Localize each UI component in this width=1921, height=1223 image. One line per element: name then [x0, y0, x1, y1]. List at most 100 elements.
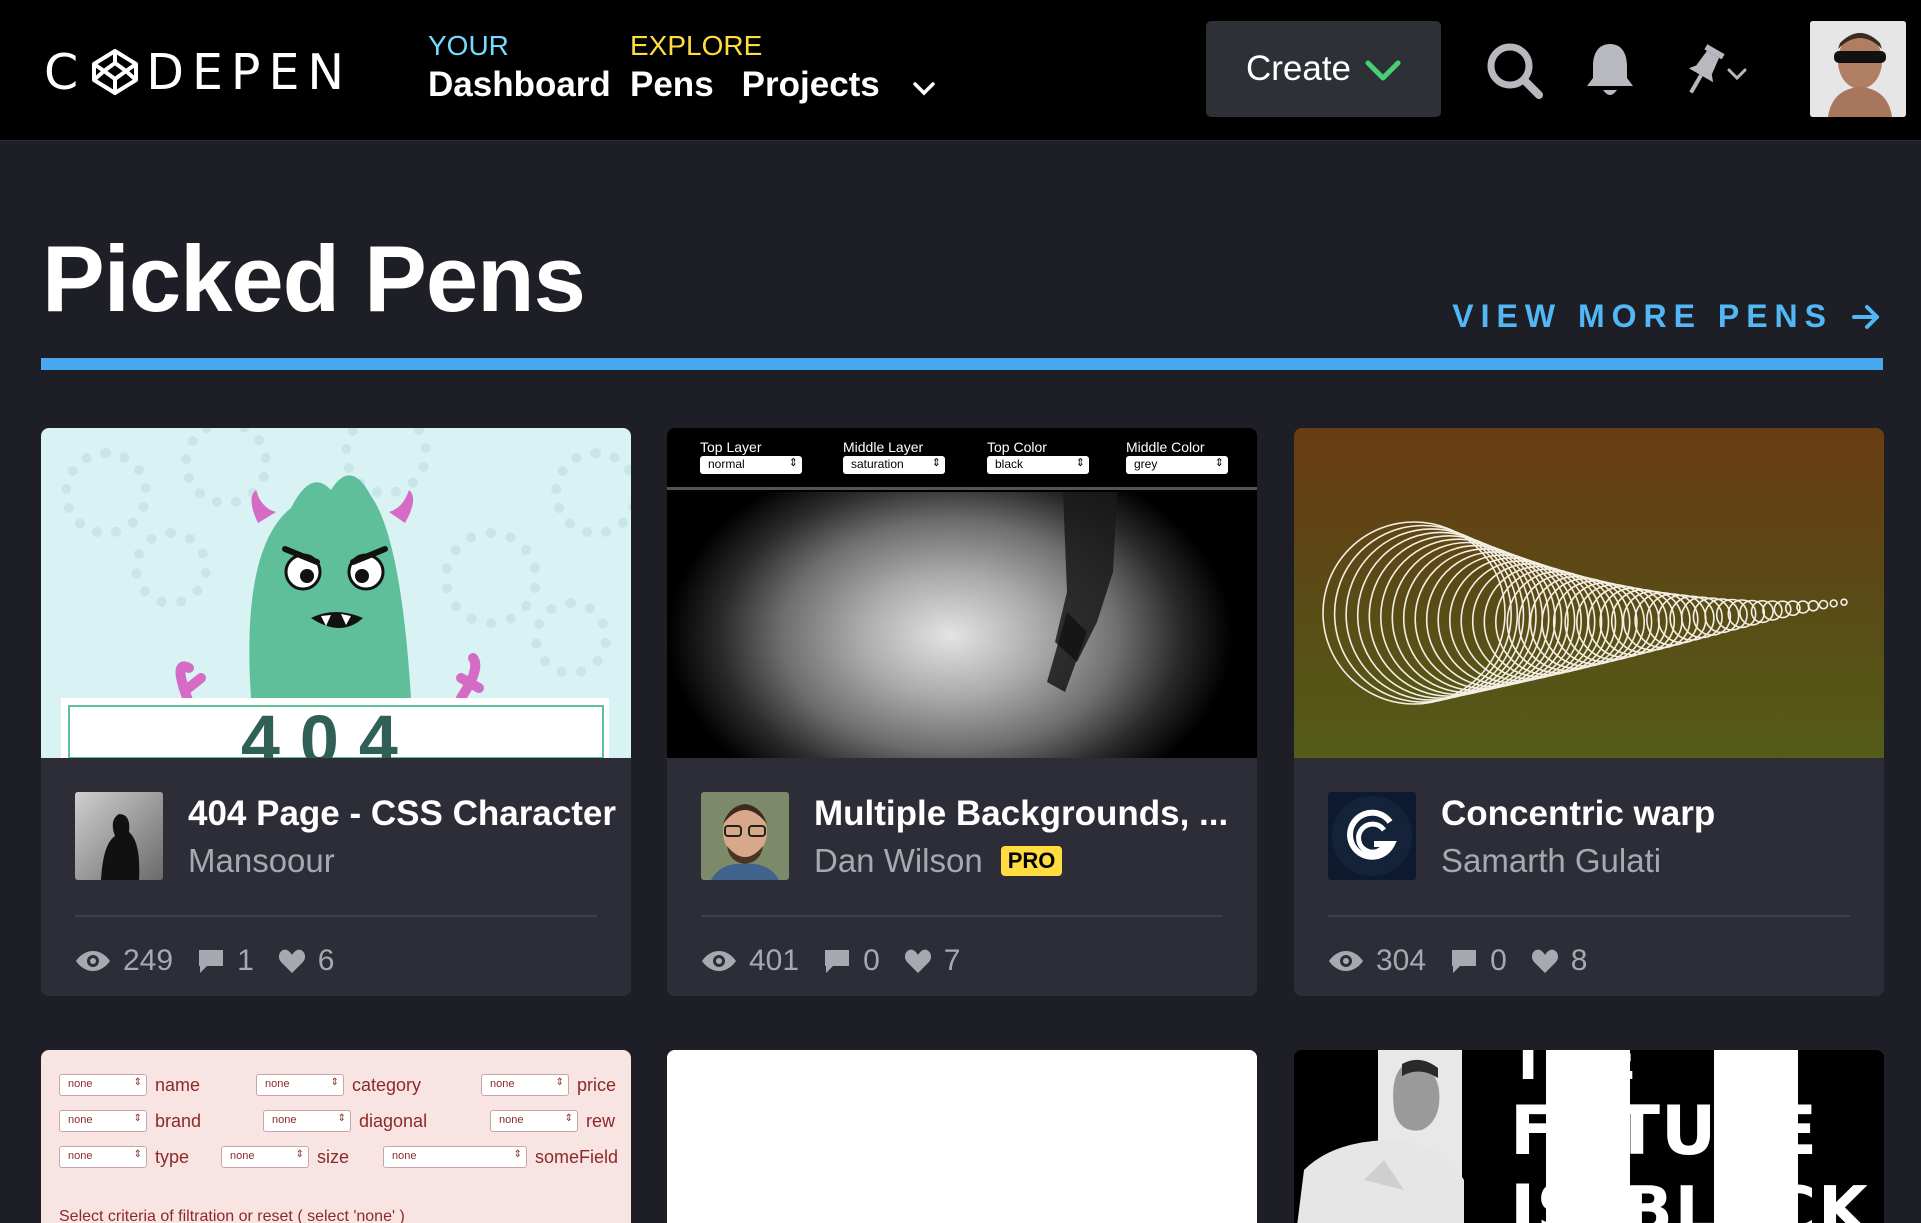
create-label: Create [1245, 49, 1352, 88]
pin-menu-chevron-icon[interactable] [1726, 66, 1748, 82]
filter-label: type [155, 1146, 190, 1167]
author-avatar[interactable] [75, 792, 163, 880]
pen-preview[interactable]: 404 [41, 428, 631, 758]
heart-icon [904, 949, 931, 973]
thumb-line-3: BLACK [1624, 1174, 1870, 1223]
filter-select[interactable]: none [221, 1146, 309, 1168]
pen-card[interactable]: Top Layer normal Middle Layer saturation… [667, 428, 1257, 996]
views-count: 249 [123, 944, 174, 977]
filter-row: none someField [383, 1146, 618, 1168]
view-more-label: VIEW MORE PENS [1452, 298, 1833, 334]
eye-icon [702, 951, 736, 971]
heart-icon [1531, 949, 1558, 973]
comments-count: 0 [1490, 944, 1507, 977]
filter-row: none category [256, 1074, 421, 1096]
arrow-right-icon [1852, 304, 1879, 329]
logo-text-left: C [44, 43, 87, 101]
pen-card[interactable]: none name none category none price none … [41, 1050, 631, 1223]
pin-icon[interactable] [1680, 42, 1728, 98]
pen-card[interactable]: 404 404 Page - CSS Character Mansoour 24… [41, 428, 631, 996]
codepen-cube-icon [92, 49, 139, 95]
top-color-select[interactable]: black [987, 456, 1089, 474]
pen-title[interactable]: 404 Page - CSS Character [188, 794, 616, 834]
likes-stat[interactable]: 7 [904, 944, 960, 978]
author-name: Mansoour [188, 842, 335, 879]
card-divider [1328, 915, 1850, 917]
control-middle-layer: Middle Layer saturation [843, 439, 945, 474]
views-count: 304 [1376, 944, 1427, 977]
comments-count: 0 [863, 944, 880, 977]
warp-ring [1807, 600, 1820, 612]
search-icon[interactable] [1486, 42, 1544, 100]
filter-select[interactable]: none [490, 1110, 578, 1132]
create-button[interactable]: Create [1206, 21, 1441, 117]
author-avatar[interactable] [1328, 792, 1416, 880]
likes-stat[interactable]: 6 [278, 944, 335, 978]
nav-link-pens[interactable]: Pens [630, 62, 714, 108]
filter-select[interactable]: none [59, 1146, 147, 1168]
views-stat: 304 [1328, 944, 1426, 978]
middle-color-select[interactable]: grey [1126, 456, 1228, 474]
nav-link-projects[interactable]: Projects [742, 62, 880, 108]
nav-link-dashboard[interactable]: Dashboard [428, 62, 611, 108]
pen-card[interactable]: THE FUTURE IS BLACK [1294, 1050, 1884, 1223]
filter-label: brand [155, 1110, 202, 1131]
pen-title[interactable]: Multiple Backgrounds, ... [814, 794, 1228, 834]
control-top-layer: Top Layer normal [700, 439, 802, 474]
control-label: Top Layer [700, 439, 762, 455]
card-divider [701, 915, 1223, 917]
pen-title[interactable]: Concentric warp [1441, 794, 1715, 834]
pen-preview[interactable]: Top Layer normal Middle Layer saturation… [667, 428, 1257, 758]
nav-explore-kicker: EXPLORE [630, 30, 763, 61]
control-label: Middle Color [1126, 439, 1205, 455]
author-avatar-image [701, 792, 789, 880]
filter-select[interactable]: none [383, 1146, 527, 1168]
likes-count: 6 [317, 944, 335, 977]
pen-author[interactable]: Mansoour [188, 842, 335, 880]
concentric-warp-art [1322, 521, 1848, 705]
user-avatar[interactable] [1810, 21, 1906, 117]
pen-preview[interactable]: none name none category none price none … [41, 1050, 631, 1223]
pen-author[interactable]: Samarth Gulati [1441, 842, 1661, 880]
filter-note: Select criteria of filtration or reset (… [59, 1208, 405, 1223]
pro-badge: PRO [1000, 846, 1063, 876]
check-chevron-icon [1365, 60, 1401, 81]
pen-stats: 304 0 8 [1328, 944, 1611, 978]
control-top-color: Top Color black [987, 439, 1089, 474]
comments-stat[interactable]: 1 [197, 944, 254, 978]
comment-icon [825, 950, 850, 973]
pen-author[interactable]: Dan Wilson PRO [814, 842, 1063, 880]
comment-icon [199, 950, 224, 973]
pen-card[interactable]: Concentric warp Samarth Gulati 304 0 8 [1294, 428, 1884, 996]
middle-layer-select[interactable]: saturation [843, 456, 945, 474]
filter-select[interactable]: none [256, 1074, 344, 1096]
filter-select[interactable]: none [263, 1110, 351, 1132]
chevron-down-icon[interactable] [910, 74, 938, 102]
top-layer-select[interactable]: normal [700, 456, 802, 474]
codepen-logo[interactable]: C DEPEN [44, 43, 353, 101]
comments-stat[interactable]: 0 [1450, 944, 1507, 978]
pen-preview[interactable] [667, 1050, 1257, 1223]
pen-preview[interactable]: THE FUTURE IS BLACK [1294, 1050, 1884, 1223]
bell-icon[interactable] [1584, 40, 1636, 100]
views-stat: 401 [701, 944, 799, 978]
filter-select[interactable]: none [481, 1074, 569, 1096]
thumb-404-text: 404 [241, 701, 418, 758]
blended-photo [667, 492, 1257, 758]
filter-select[interactable]: none [59, 1074, 147, 1096]
pen-preview[interactable] [1294, 428, 1884, 758]
filter-label: name [155, 1074, 201, 1095]
filter-row: none rew [490, 1110, 615, 1132]
logo-text-right: DEPEN [146, 43, 353, 101]
view-more-pens-link[interactable]: VIEW MORE PENS [1452, 298, 1881, 335]
comments-stat[interactable]: 0 [823, 944, 880, 978]
eye-icon [76, 951, 110, 971]
author-avatar[interactable] [701, 792, 789, 880]
likes-stat[interactable]: 8 [1531, 944, 1587, 978]
filter-label: diagonal [359, 1110, 428, 1131]
author-avatar-image [75, 792, 163, 880]
filter-select[interactable]: none [59, 1110, 147, 1132]
views-stat: 249 [75, 944, 173, 978]
filter-label: size [317, 1146, 350, 1167]
pen-card[interactable] [667, 1050, 1257, 1223]
